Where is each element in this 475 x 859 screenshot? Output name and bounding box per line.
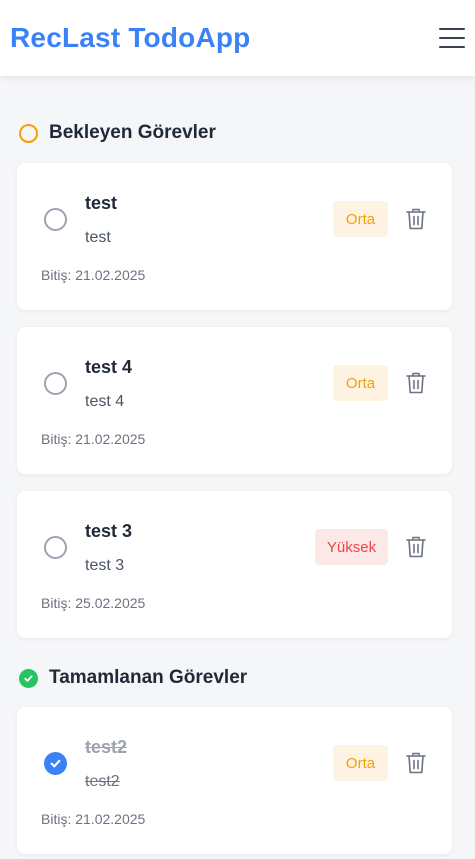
task-title: test 4 <box>85 357 133 377</box>
task-card: test 4 test 4 Bitiş: 21.02.2025 Orta <box>17 327 452 474</box>
app-header: RecLast TodoApp <box>0 0 475 76</box>
task-checkbox[interactable] <box>44 208 67 231</box>
priority-badge: Orta <box>333 201 388 237</box>
trash-icon[interactable] <box>405 207 427 231</box>
priority-badge: Orta <box>333 365 388 401</box>
task-due-date: Bitiş: 21.02.2025 <box>41 431 146 447</box>
task-checkbox-checked[interactable] <box>44 752 67 775</box>
pending-circle-icon <box>19 123 38 143</box>
task-card: test test Bitiş: 21.02.2025 Orta <box>17 163 452 310</box>
app-title: RecLast TodoApp <box>10 22 251 53</box>
task-checkbox[interactable] <box>44 536 67 559</box>
priority-badge: Yüksek <box>315 529 388 565</box>
task-checkbox[interactable] <box>44 372 67 395</box>
task-due-date: Bitiş: 21.02.2025 <box>41 811 146 827</box>
task-title: test2 <box>85 737 128 757</box>
task-description: test2 <box>85 773 120 790</box>
trash-icon[interactable] <box>405 371 427 395</box>
pending-section-title: Bekleyen Görevler <box>49 122 216 143</box>
check-circle-icon <box>19 668 38 688</box>
completed-section-title: Tamamlanan Görevler <box>49 667 248 688</box>
task-card-completed: test2 test2 Bitiş: 21.02.2025 Orta <box>17 707 452 854</box>
task-due-date: Bitiş: 25.02.2025 <box>41 595 146 611</box>
hamburger-menu-icon[interactable] <box>439 28 465 48</box>
task-description: test 4 <box>85 393 125 410</box>
task-title: test 3 <box>85 521 133 541</box>
task-card: test 3 test 3 Bitiş: 25.02.2025 Yüksek <box>17 491 452 638</box>
task-description: test <box>85 229 111 246</box>
task-due-date: Bitiş: 21.02.2025 <box>41 267 146 283</box>
task-description: test 3 <box>85 557 125 574</box>
trash-icon[interactable] <box>405 751 427 775</box>
priority-badge: Orta <box>333 745 388 781</box>
pending-section-header: Bekleyen Görevler <box>19 122 216 144</box>
trash-icon[interactable] <box>405 535 427 559</box>
completed-section-header: Tamamlanan Görevler <box>19 667 247 689</box>
task-title: test <box>85 193 118 213</box>
